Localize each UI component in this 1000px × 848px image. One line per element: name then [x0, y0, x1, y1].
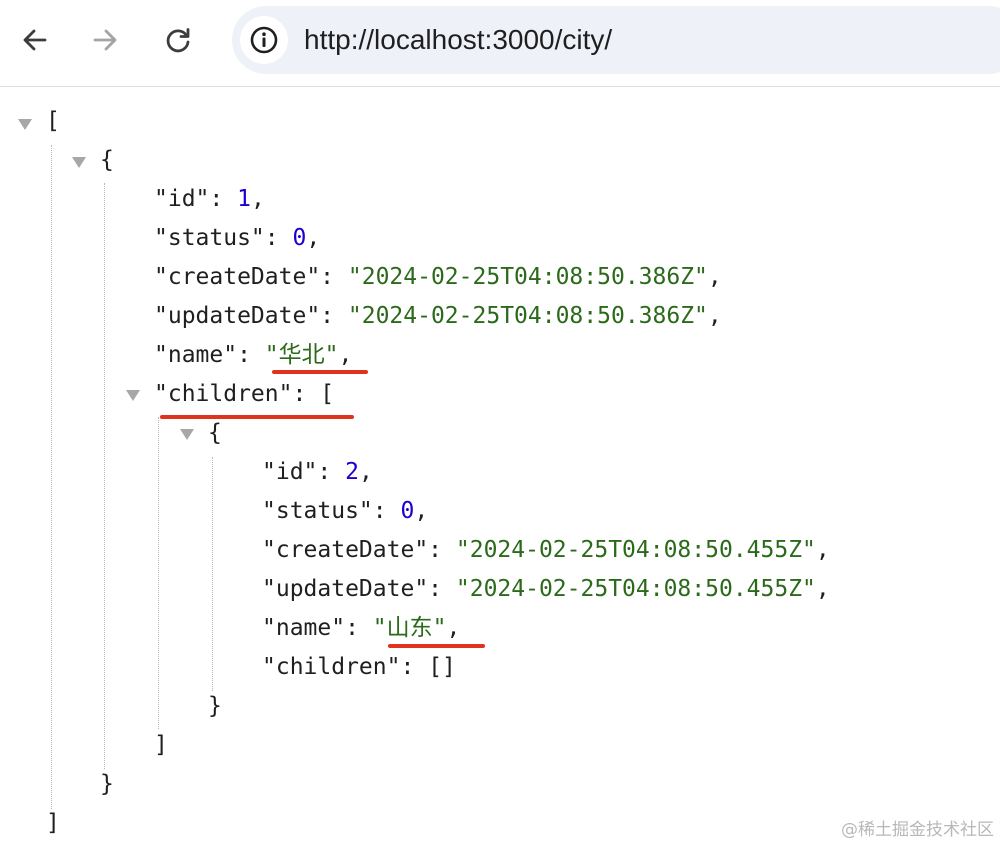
- reload-icon: [166, 28, 190, 53]
- indent-guide-root: [51, 145, 52, 809]
- bracket: ]: [154, 732, 168, 758]
- json-number: 0: [400, 498, 415, 524]
- highlight-underline-name-shandong: [388, 644, 485, 648]
- arrow-right-icon: [93, 29, 117, 51]
- json-line-close-children: ]: [154, 726, 168, 765]
- watermark: @稀土掘金技术社区: [841, 820, 994, 840]
- json-line-child-close-object: }: [208, 687, 222, 726]
- json-string: "2024-02-25T04:08:50.386Z": [347, 264, 708, 290]
- highlight-underline-children: [160, 415, 354, 419]
- browser-toolbar: http://localhost:3000/city/: [0, 0, 1000, 87]
- json-key: "status": [262, 498, 373, 524]
- json-key: "createDate": [154, 264, 321, 290]
- collapse-toggle-children[interactable]: [126, 390, 140, 401]
- collapse-toggle-root[interactable]: [18, 119, 32, 130]
- highlight-underline-name-huabei: [272, 370, 368, 374]
- json-line-updateDate: "updateDate": "2024-02-25T04:08:50.386Z"…: [154, 303, 722, 329]
- json-line-close-array: ]: [46, 804, 60, 843]
- json-viewer: [ { "id": 1, "status": 0, "createDate": …: [0, 87, 1000, 848]
- json-string: "山东": [372, 615, 447, 641]
- address-bar[interactable]: http://localhost:3000/city/: [232, 6, 1000, 74]
- brace: }: [208, 693, 222, 719]
- json-line-child-updateDate: "updateDate": "2024-02-25T04:08:50.455Z"…: [262, 576, 830, 602]
- json-key: "name": [154, 342, 238, 368]
- json-string: "2024-02-25T04:08:50.386Z": [347, 303, 708, 329]
- bracket: [: [320, 381, 335, 407]
- collapse-toggle-child-object[interactable]: [180, 429, 194, 440]
- json-line-open-array: [: [46, 102, 60, 141]
- json-key: "status": [154, 225, 265, 251]
- indent-guide-children: [158, 417, 159, 729]
- json-line-child-status: "status": 0,: [262, 498, 429, 524]
- json-key: "children": [154, 381, 293, 407]
- json-key: "id": [262, 459, 318, 485]
- json-line-child-children: "children": []: [262, 654, 456, 680]
- json-line-child-open-object: {: [208, 414, 222, 453]
- json-number: 2: [345, 459, 359, 485]
- url-text[interactable]: http://localhost:3000/city/: [304, 6, 612, 74]
- json-line-open-object: {: [100, 141, 114, 180]
- json-key: "name": [262, 615, 346, 641]
- bracket: [: [46, 108, 60, 134]
- json-line-status: "status": 0,: [154, 225, 321, 251]
- indent-guide-child-object: [212, 457, 213, 691]
- forward-button[interactable]: [83, 18, 127, 62]
- json-number: 1: [237, 186, 251, 212]
- bracket: ]: [46, 810, 60, 836]
- json-string: "2024-02-25T04:08:50.455Z": [455, 576, 816, 602]
- json-line-id: "id": 1,: [154, 186, 265, 212]
- brace: {: [100, 147, 114, 173]
- json-key: "id": [154, 186, 210, 212]
- json-line-createDate: "createDate": "2024-02-25T04:08:50.386Z"…: [154, 264, 722, 290]
- indent-guide-object: [104, 183, 105, 769]
- collapse-toggle-object[interactable]: [72, 157, 86, 168]
- json-line-close-object: }: [100, 765, 114, 804]
- json-line-child-name: "name": "山东",: [262, 615, 461, 641]
- site-info-button[interactable]: [240, 16, 288, 64]
- empty-array: []: [428, 654, 456, 680]
- arrow-left-icon: [23, 29, 47, 51]
- json-line-child-id: "id": 2,: [262, 459, 373, 485]
- json-key: "children": [262, 654, 401, 680]
- json-line-child-createDate: "createDate": "2024-02-25T04:08:50.455Z"…: [262, 537, 830, 563]
- json-string: "2024-02-25T04:08:50.455Z": [455, 537, 816, 563]
- json-key: "updateDate": [154, 303, 321, 329]
- back-button[interactable]: [13, 18, 57, 62]
- json-line-children: "children": [: [154, 381, 335, 407]
- reload-button[interactable]: [156, 18, 200, 62]
- brace: }: [100, 771, 114, 797]
- json-key: "updateDate": [262, 576, 429, 602]
- json-number: 0: [292, 225, 307, 251]
- brace: {: [208, 420, 222, 446]
- info-icon: [250, 26, 278, 54]
- json-string: "华北": [264, 342, 339, 368]
- json-key: "createDate": [262, 537, 429, 563]
